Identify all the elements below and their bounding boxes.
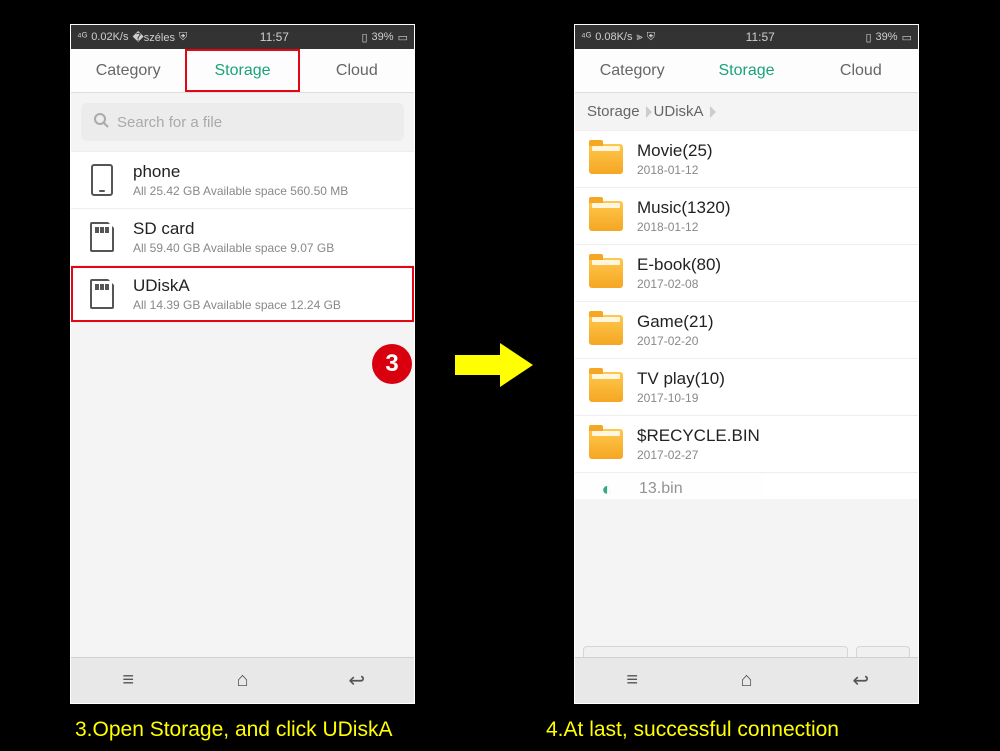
sd-card-icon [85,277,119,311]
folder-row[interactable]: Movie(25) 2018-01-12 [575,131,918,188]
clock: 11:57 [746,30,775,44]
tab-category[interactable]: Category [71,49,185,92]
folder-date: 2018-01-12 [637,163,713,177]
step-badge-3: 3 [372,344,412,384]
storage-row-udiska[interactable]: UDiskA All 14.39 GB Available space 12.2… [71,266,414,323]
folder-icon [589,313,623,347]
shield-icon: ⛨ [647,31,655,44]
tab-cloud[interactable]: Cloud [804,49,918,92]
clock: 11:57 [260,30,289,44]
wifi-icon: �széles [133,31,175,44]
speed-indicator: 0.08K/s [595,31,632,43]
folder-name: $RECYCLE.BIN [637,426,760,446]
folder-row[interactable]: $RECYCLE.BIN 2017-02-27 [575,416,918,473]
top-tabs: Category Storage Cloud [575,49,918,93]
storage-list: phone All 25.42 GB Available space 560.5… [71,151,414,323]
nav-bar: ≡ ⌂ ↩ [575,657,918,703]
storage-name: phone [133,162,348,182]
folder-name: TV play(10) [637,369,725,389]
folder-date: 2017-10-19 [637,391,725,405]
crumb-udiska[interactable]: UDiskA [654,103,718,120]
folder-icon [589,199,623,233]
folder-date: 2017-02-20 [637,334,714,348]
folder-row[interactable]: Music(1320) 2018-01-12 [575,188,918,245]
storage-sub: All 25.42 GB Available space 560.50 MB [133,184,348,198]
sd-card-icon [85,220,119,254]
folder-list: Movie(25) 2018-01-12 Music(1320) 2018-01… [575,130,918,499]
folder-icon [589,256,623,290]
breadcrumb: Storage UDiskA [575,93,918,130]
folder-name: Music(1320) [637,198,731,218]
file-row-partial[interactable]: ◐ 13.bin [575,473,918,499]
search-placeholder: Search for a file [117,114,222,131]
folder-date: 2017-02-08 [637,277,721,291]
storage-sub: All 14.39 GB Available space 12.24 GB [133,298,341,312]
home-icon[interactable]: ⌂ [222,666,262,696]
battery-percent: 39% [876,31,898,43]
caption-step4: 4.At last, successful connection [546,718,839,742]
folder-row[interactable]: Game(21) 2017-02-20 [575,302,918,359]
battery-icon: ▭ [902,31,912,44]
folder-icon [589,142,623,176]
home-icon[interactable]: ⌂ [726,666,766,696]
folder-icon [589,427,623,461]
back-icon[interactable]: ↩ [841,666,881,696]
top-tabs: Category Storage Cloud [71,49,414,93]
file-icon: ◐ [589,479,625,499]
menu-icon[interactable]: ≡ [108,666,148,696]
phone-screenshot-right: ⁴ᴳ 0.08K/s ⫸ ⛨ 11:57 ▯ 39% ▭ Category St… [574,24,919,704]
folder-date: 2017-02-27 [637,448,760,462]
battery-percent: 39% [372,31,394,43]
folder-row[interactable]: E-book(80) 2017-02-08 [575,245,918,302]
tab-storage[interactable]: Storage [689,49,803,92]
storage-row-sdcard[interactable]: SD card All 59.40 GB Available space 9.0… [71,209,414,266]
speed-indicator: 0.02K/s [91,31,128,43]
shield-icon: ⛨ [179,31,187,44]
storage-name: SD card [133,219,334,239]
crumb-storage[interactable]: Storage [587,103,654,120]
status-bar: ⁴ᴳ 0.08K/s ⫸ ⛨ 11:57 ▯ 39% ▭ [575,25,918,49]
file-name: 13.bin [639,480,683,498]
storage-name: UDiskA [133,276,341,296]
search-input[interactable]: Search for a file [81,103,404,141]
folder-name: Movie(25) [637,141,713,161]
storage-row-phone[interactable]: phone All 25.42 GB Available space 560.5… [71,152,414,209]
folder-name: Game(21) [637,312,714,332]
caption-step3: 3.Open Storage, and click UDiskA [75,718,392,742]
search-icon [93,112,109,132]
battery-icon: ▭ [398,31,408,44]
tab-cloud[interactable]: Cloud [300,49,414,92]
battery-saver-icon: ▯ [865,31,871,44]
tab-storage[interactable]: Storage [185,49,299,92]
wifi-icon: ⫸ [637,31,643,44]
storage-sub: All 59.40 GB Available space 9.07 GB [133,241,334,255]
folder-date: 2018-01-12 [637,220,731,234]
nav-bar: ≡ ⌂ ↩ [71,657,414,703]
back-icon[interactable]: ↩ [337,666,377,696]
arrow-icon [455,340,535,395]
folder-name: E-book(80) [637,255,721,275]
menu-icon[interactable]: ≡ [612,666,652,696]
phone-icon [85,163,119,197]
folder-row[interactable]: TV play(10) 2017-10-19 [575,359,918,416]
network-icon: ⁴ᴳ [581,31,591,43]
folder-icon [589,370,623,404]
tab-category[interactable]: Category [575,49,689,92]
status-bar: ⁴ᴳ 0.02K/s �széles ⛨ 11:57 ▯ 39% ▭ [71,25,414,49]
network-icon: ⁴ᴳ [77,31,87,43]
phone-screenshot-left: ⁴ᴳ 0.02K/s �széles ⛨ 11:57 ▯ 39% ▭ Categ… [70,24,415,704]
battery-saver-icon: ▯ [361,31,367,44]
